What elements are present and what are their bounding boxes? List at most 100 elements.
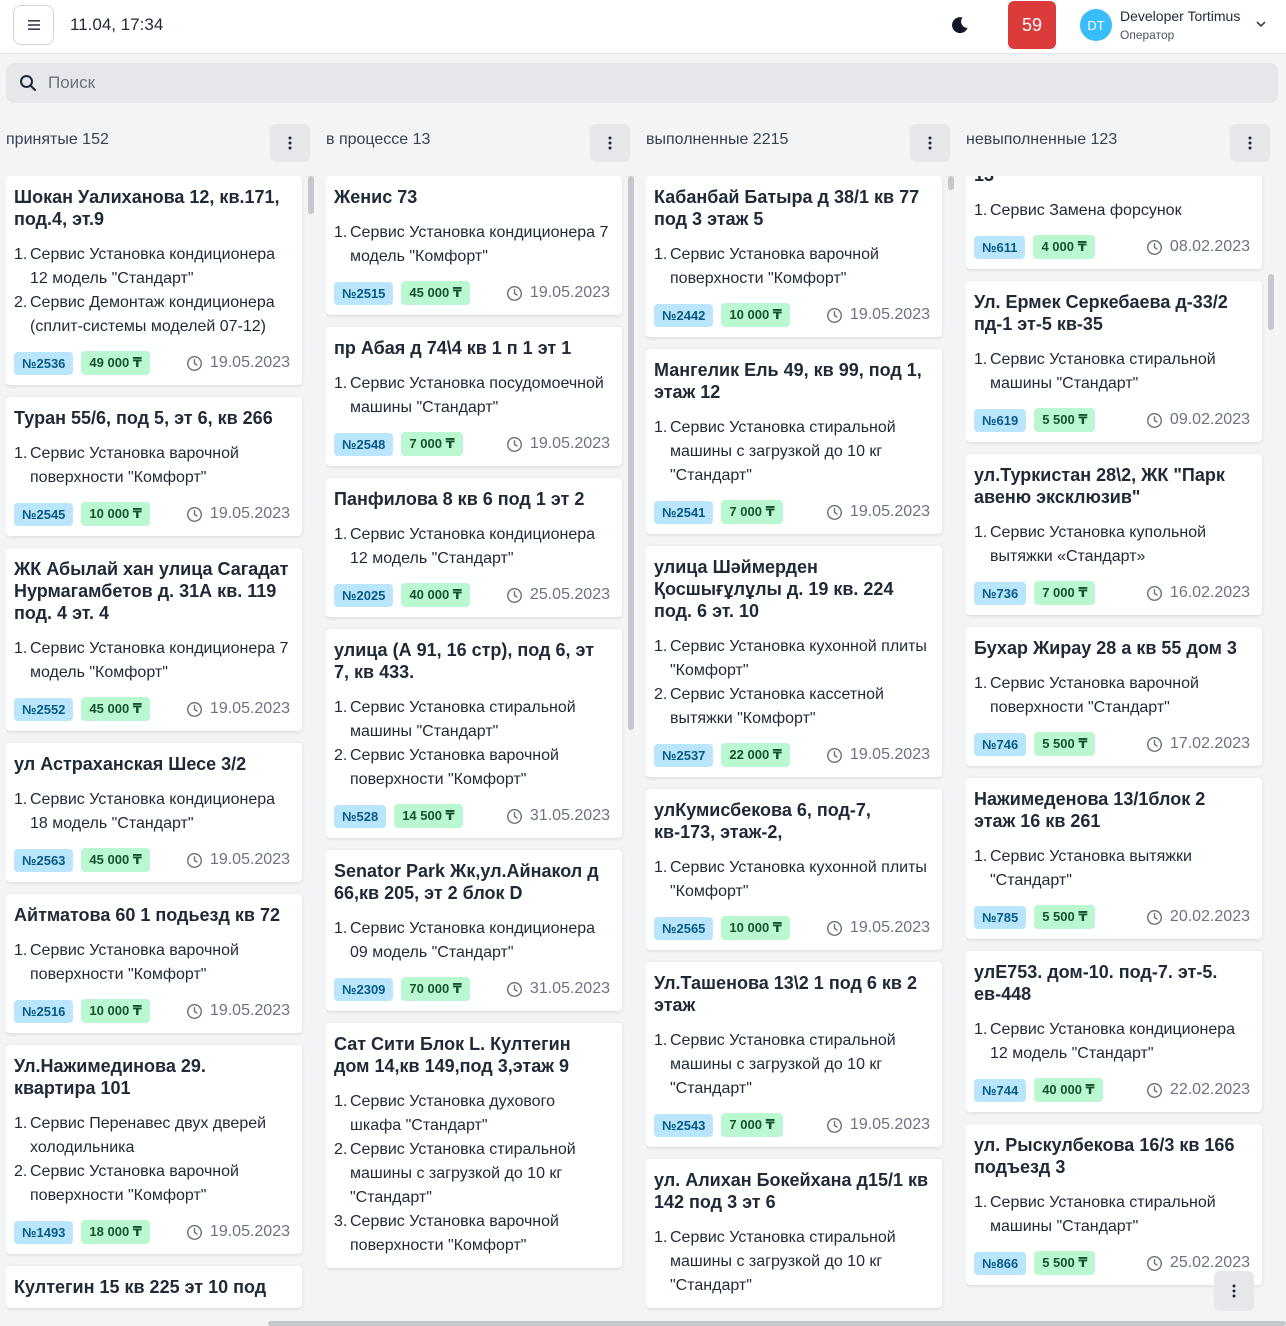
order-date-text: 08.02.2023 [1169, 238, 1250, 255]
order-card[interactable]: Ул. Ермек Серкебаева д-33/2 пд-1 эт-5 кв… [966, 281, 1262, 442]
card-list[interactable]: 13 1.Сервис Замена форсунок №611 4 000 ₸ 08.… [966, 176, 1270, 1312]
order-card[interactable]: Бухар Жирау 28 а кв 55 дом 3 1. Сервис Уст… [966, 627, 1262, 766]
menu-button[interactable] [13, 5, 54, 45]
service-name: Сервис Установка кассетной вытяжки "Комф… [670, 686, 884, 727]
service-item: 1. Сервис Перенавес двух дверей холодильн… [14, 1115, 267, 1156]
service-list: 1. Сервис Установка кондиционера 18 модел… [14, 788, 290, 836]
order-date: 19.05.2023 [186, 354, 290, 372]
card-list[interactable]: Шокан Уалиханова 12, кв.171, под.4, эт.9… [6, 176, 310, 1312]
order-date-text: 19.05.2023 [849, 306, 930, 323]
service-list: 1. Сервис Установка кухонной плиты "Комфо… [654, 635, 930, 731]
order-card[interactable]: Мангелик Ель 49, кв 99, под 1, этаж 12 1.… [646, 349, 942, 534]
order-card[interactable]: улица Шәймерден Қосшығұлұлы д. 19 кв. 22… [646, 546, 942, 777]
order-card[interactable]: улЕ753. дом-10. под-7. эт-5. ев-448 1. Сер… [966, 951, 1262, 1112]
floating-menu-button[interactable] [1214, 1271, 1254, 1311]
order-card[interactable]: Шокан Уалиханова 12, кв.171, под.4, эт.9… [6, 176, 302, 385]
price-badge: 5 500 ₸ [1034, 408, 1096, 432]
order-card[interactable]: Панфилова 8 кв 6 под 1 эт 2 1. Сервис Уста… [326, 478, 622, 617]
order-card[interactable]: ул Астраханская Шесе 3/2 1. Сервис Установ… [6, 743, 302, 882]
service-list: 1. Сервис Установка кондиционера 09 модел… [334, 917, 610, 965]
service-item: 2. Сервис Установка кассетной вытяжки "Ко… [654, 686, 884, 727]
vertical-scrollbar[interactable] [948, 176, 954, 1312]
search-input[interactable] [48, 63, 1248, 103]
service-name: Сервис Установка кондиционера 12 модель … [30, 246, 276, 287]
scrollbar-thumb[interactable] [308, 176, 314, 214]
service-name: Сервис Установка варочной поверхности "С… [990, 675, 1199, 716]
order-number-badge: №2543 [654, 1113, 714, 1137]
horizontal-scrollbar[interactable] [268, 1321, 1286, 1326]
price-badge: 45 000 ₸ [81, 848, 150, 872]
price-badge: 10 000 ₸ [81, 502, 150, 526]
order-address: Ул.Нажимединова 29. квартира 101 [14, 1056, 206, 1098]
notification-counter-button[interactable]: 59 [1008, 1, 1056, 49]
service-name: Сервис Установка варочной поверхности "К… [30, 942, 239, 983]
vertical-scrollbar[interactable] [1268, 176, 1274, 1312]
order-card[interactable]: 13 1.Сервис Замена форсунок №611 4 000 ₸ 08.… [966, 176, 1262, 269]
clock-icon [1146, 239, 1162, 255]
order-card[interactable]: Кабанбай Батыра д 38/1 кв 77 под 3 этаж … [646, 176, 942, 337]
column-title: невыполненные 123 [966, 131, 1118, 148]
avatar[interactable]: DT [1080, 9, 1112, 41]
clock-icon [1146, 1082, 1162, 1098]
price-badge: 5 500 ₸ [1034, 1251, 1096, 1275]
order-card[interactable]: Ул.Нажимединова 29. квартира 101 1. Сервис… [6, 1045, 302, 1254]
service-list: 1. Сервис Установка стиральной машины "Ст… [334, 696, 610, 792]
order-card[interactable]: Туран 55/6, под 5, эт 6, кв 266 1. Сервис … [6, 397, 302, 536]
scrollbar-thumb[interactable] [1268, 274, 1274, 330]
scrollbar-thumb[interactable] [628, 176, 634, 730]
column-header: выполненные 2215 [646, 120, 958, 164]
order-card[interactable]: ул. Рыскулбекова 16/3 кв 166 подъезд 3 1.… [966, 1124, 1262, 1285]
order-address: 13 [974, 176, 1250, 186]
scrollbar-thumb[interactable] [948, 176, 954, 190]
card-footer: №2541 7 000 ₸ 19.05.2023 [654, 500, 930, 524]
order-card[interactable]: ул. Алихан Бокейхана д15/1 кв 142 под 3 … [646, 1159, 942, 1308]
order-card[interactable]: Senator Park Жк,ул.Айнакол д 66,кв 205, … [326, 850, 622, 1011]
order-date-text: 19.05.2023 [849, 746, 930, 763]
order-card[interactable]: Сат Сити Блок L. Култегин дом 14,кв 149,… [326, 1023, 622, 1268]
top-bar: 11.04, 17:34 59 DT Developer Tortimus Оп… [0, 0, 1286, 54]
column-completed: выполненные 2215 Кабанбай Батыра д 38/1 … [646, 120, 958, 1312]
order-card[interactable]: Айтматова 60 1 подьезд кв 72 1. Сервис Уст… [6, 894, 302, 1033]
price-badge: 45 000 ₸ [81, 697, 150, 721]
order-number-badge: №2537 [654, 743, 714, 767]
order-card[interactable]: улКумисбекова 6, под-7, кв-173, этаж-2, 1… [646, 789, 942, 950]
theme-toggle-button[interactable] [947, 12, 973, 38]
order-card[interactable]: ЖК Абылай хан улица Сагадат Нурмагамбето… [6, 548, 302, 731]
order-card[interactable]: Женис 73 1. Сервис Установка кондиционера … [326, 176, 622, 315]
service-name: Сервис Перенавес двух дверей холодильник… [30, 1115, 267, 1156]
column-menu-button[interactable] [270, 124, 310, 162]
order-date: 19.05.2023 [186, 851, 290, 869]
card-list[interactable]: Женис 73 1. Сервис Установка кондиционера … [326, 176, 630, 1312]
clock-icon [186, 355, 202, 371]
column-menu-button[interactable] [910, 124, 950, 162]
card-footer: №2309 70 000 ₸ 31.05.2023 [334, 977, 610, 1001]
order-address: ул. Алихан Бокейхана д15/1 кв 142 под 3 … [654, 1170, 929, 1212]
card-footer: №744 40 000 ₸ 22.02.2023 [974, 1078, 1250, 1102]
more-vertical-icon [1232, 1284, 1236, 1298]
service-name: Сервис Установка вытяжки "Стандарт" [990, 848, 1192, 889]
service-item: 1. Сервис Установка стиральной машины "Ст… [974, 351, 1216, 392]
user-name[interactable]: Developer Tortimus [1120, 8, 1240, 24]
order-date: 31.05.2023 [506, 807, 610, 825]
order-address: Мангелик Ель 49, кв 99, под 1, этаж 12 [654, 360, 922, 402]
order-card[interactable]: пр Абая д 74\4 кв 1 п 1 эт 1 1. Сервис Уст… [326, 327, 622, 466]
vertical-scrollbar[interactable] [308, 176, 314, 1312]
order-date-text: 09.02.2023 [1169, 411, 1250, 428]
order-card[interactable]: Нажимеденова 13/1блок 2 этаж 16 кв 261 1.… [966, 778, 1262, 939]
order-card[interactable]: улица (А 91, 16 стр), под 6, эт 7, кв 43… [326, 629, 622, 838]
order-card[interactable]: Ул.Ташенова 13\2 1 под 6 кв 2 этаж 1. Серв… [646, 962, 942, 1147]
chevron-down-icon[interactable] [1254, 17, 1268, 31]
order-card[interactable]: Култегин 15 кв 225 эт 10 под [6, 1266, 302, 1308]
column-menu-button[interactable] [590, 124, 630, 162]
column-menu-button[interactable] [1230, 124, 1270, 162]
order-card[interactable]: ул.Туркистан 28\2, ЖК "Парк авеню эксклю… [966, 454, 1262, 615]
service-item: 1. Сервис Установка варочной поверхности … [14, 445, 239, 486]
price-badge: 14 500 ₸ [394, 804, 463, 828]
order-number-badge: №736 [974, 581, 1027, 605]
order-number-badge: №785 [974, 905, 1027, 929]
service-name: Сервис Установка варочной поверхности "К… [670, 246, 879, 287]
card-list[interactable]: Кабанбай Батыра д 38/1 кв 77 под 3 этаж … [646, 176, 950, 1312]
vertical-scrollbar[interactable] [628, 176, 634, 1312]
service-name: Сервис Установка кондиционера 09 модель … [350, 920, 596, 961]
service-name: Сервис Установка посудомоечной машины "С… [350, 375, 604, 416]
